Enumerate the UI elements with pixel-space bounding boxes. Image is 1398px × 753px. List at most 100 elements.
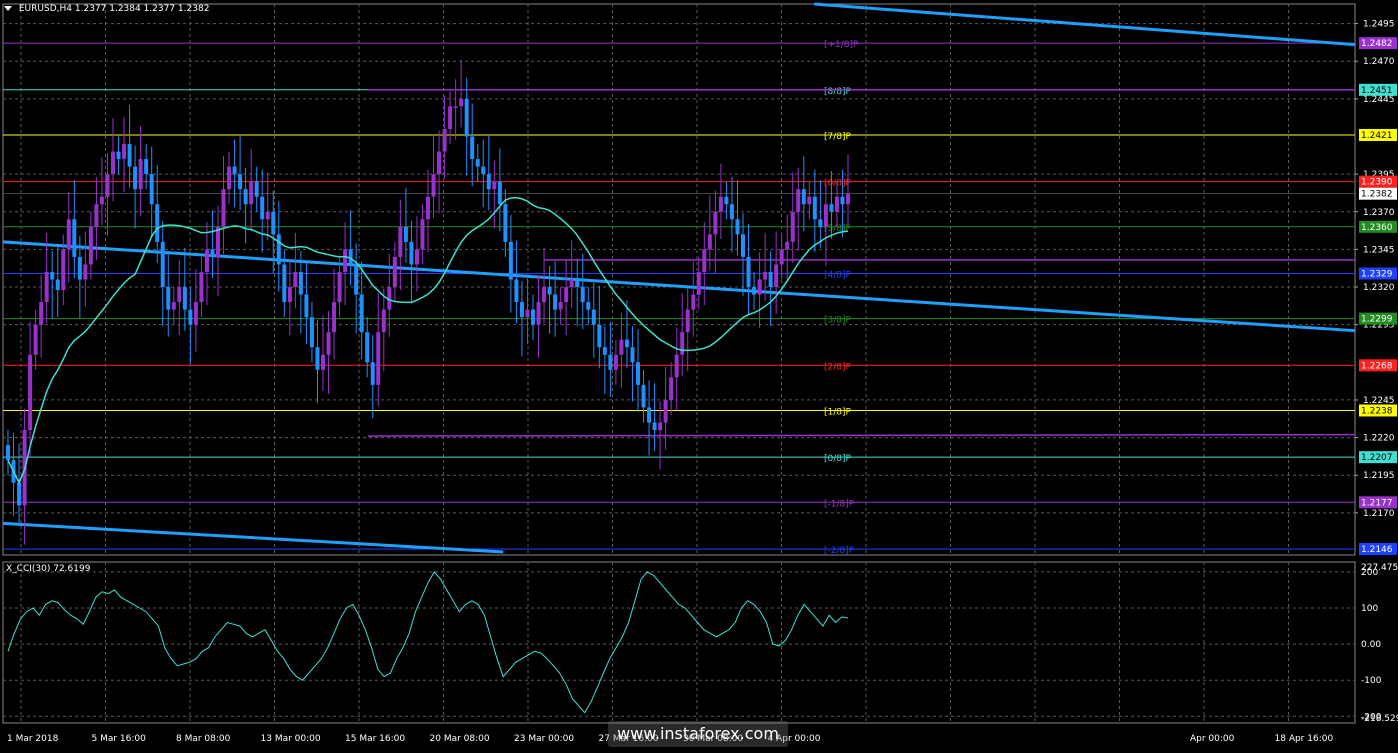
candle-body xyxy=(321,354,325,370)
level-price-label: 1.2177 xyxy=(1361,498,1393,508)
candle-body xyxy=(39,302,44,325)
candle-body xyxy=(580,287,585,303)
candle-body xyxy=(105,174,110,197)
y-tick-label: 1.2345 xyxy=(1363,245,1395,255)
candle-body xyxy=(138,159,143,190)
candle-body xyxy=(647,407,652,423)
candle-body xyxy=(332,302,337,333)
indicator-pane-frame xyxy=(2,561,1356,724)
candle-body xyxy=(83,264,88,280)
cci-tick-label: 0.00 xyxy=(1361,640,1381,650)
candle-body xyxy=(287,287,292,303)
candle-body xyxy=(309,317,314,348)
candle-body xyxy=(641,384,646,408)
candle-body xyxy=(204,249,209,272)
candle-body xyxy=(663,399,668,423)
candle-body xyxy=(315,347,320,370)
level-price-label: 1.2146 xyxy=(1361,545,1393,555)
y-tick-label: 1.2495 xyxy=(1363,20,1395,30)
candle-body xyxy=(779,249,784,265)
y-tick-label: 1.2195 xyxy=(1363,471,1395,481)
candle-body xyxy=(707,234,712,250)
candle-body xyxy=(17,482,22,506)
candle-body xyxy=(492,181,497,190)
candle-body xyxy=(177,287,182,303)
candle-body xyxy=(453,106,458,108)
y-tick-label: 1.2220 xyxy=(1363,434,1395,444)
candle-body xyxy=(536,302,541,325)
candle-body xyxy=(696,271,701,295)
candle-body xyxy=(724,196,729,205)
level-label: [4/8]P xyxy=(824,270,852,280)
candle-body xyxy=(94,204,99,227)
candle-body xyxy=(171,302,176,310)
candle-body xyxy=(359,294,364,333)
candle-body xyxy=(232,166,237,175)
x-tick-label: 20 Mar 08:00 xyxy=(430,734,490,744)
candle-body xyxy=(326,332,331,355)
candle-body xyxy=(702,249,707,272)
candle-body xyxy=(243,189,248,205)
candle-body xyxy=(414,249,419,265)
candle-body xyxy=(216,226,220,257)
candle-body xyxy=(99,196,104,205)
level-label: [-1/8]P xyxy=(824,499,855,509)
candle-body xyxy=(144,159,149,175)
candle-body xyxy=(238,174,243,190)
level-label: [6/8]P xyxy=(824,179,852,189)
candle-body xyxy=(497,181,502,205)
candle-body xyxy=(304,294,309,318)
watermark: www.instaforex.com xyxy=(608,721,788,747)
x-tick-label: 13 Mar 00:00 xyxy=(261,734,321,744)
candle-body xyxy=(282,264,287,303)
candle-body xyxy=(188,309,193,325)
level-label: [+1/8]P xyxy=(824,40,859,50)
cci-line xyxy=(7,571,849,714)
symbol-label: EURUSD,H4 xyxy=(18,4,72,14)
candle-body xyxy=(713,211,718,235)
candle-body xyxy=(370,362,375,385)
candle-body xyxy=(525,309,530,318)
level-price-label: 1.2329 xyxy=(1361,269,1393,279)
candle-body xyxy=(61,249,66,291)
candle-body xyxy=(531,309,535,325)
candle-body xyxy=(459,98,464,107)
candle-body xyxy=(823,204,828,227)
y-tick-label: 1.2370 xyxy=(1363,208,1395,218)
candle-body xyxy=(249,181,254,205)
candle-body xyxy=(542,287,547,303)
candle-body xyxy=(613,354,618,370)
candle-body xyxy=(763,271,768,280)
candle-body xyxy=(652,422,657,431)
candle-body xyxy=(796,189,801,212)
candle-body xyxy=(193,302,198,325)
dropdown-triangle-icon[interactable] xyxy=(4,6,12,11)
candle-body xyxy=(464,98,469,137)
candle-body xyxy=(55,279,60,291)
candle-body xyxy=(752,287,757,295)
current-price-label: 1.2382 xyxy=(1361,190,1393,200)
chart-title[interactable]: EURUSD,H4 1.2377 1.2384 1.2377 1.2382 xyxy=(4,4,209,14)
candle-body xyxy=(547,287,552,295)
trend-line xyxy=(814,2,1356,47)
candle-body xyxy=(116,151,121,160)
candle-body xyxy=(801,189,806,205)
candle-body xyxy=(519,302,524,318)
y-tick-label: 1.2170 xyxy=(1363,509,1395,519)
candle-body xyxy=(348,249,353,265)
level-label: [3/8]P xyxy=(824,316,852,326)
candle-body xyxy=(33,324,38,355)
candle-body xyxy=(840,196,845,205)
candle-body xyxy=(221,189,226,227)
candle-body xyxy=(431,174,436,197)
candle-body xyxy=(807,196,812,205)
cci-tick-label: 100 xyxy=(1361,604,1378,614)
candle-body xyxy=(746,256,751,288)
candle-body xyxy=(553,294,558,310)
candle-body xyxy=(741,234,745,257)
level-price-label: 1.2482 xyxy=(1361,39,1393,49)
candle-body xyxy=(829,204,834,212)
cci-max-label: 227.4755 xyxy=(1361,563,1398,573)
candle-body xyxy=(276,234,281,265)
candle-body xyxy=(199,271,204,303)
